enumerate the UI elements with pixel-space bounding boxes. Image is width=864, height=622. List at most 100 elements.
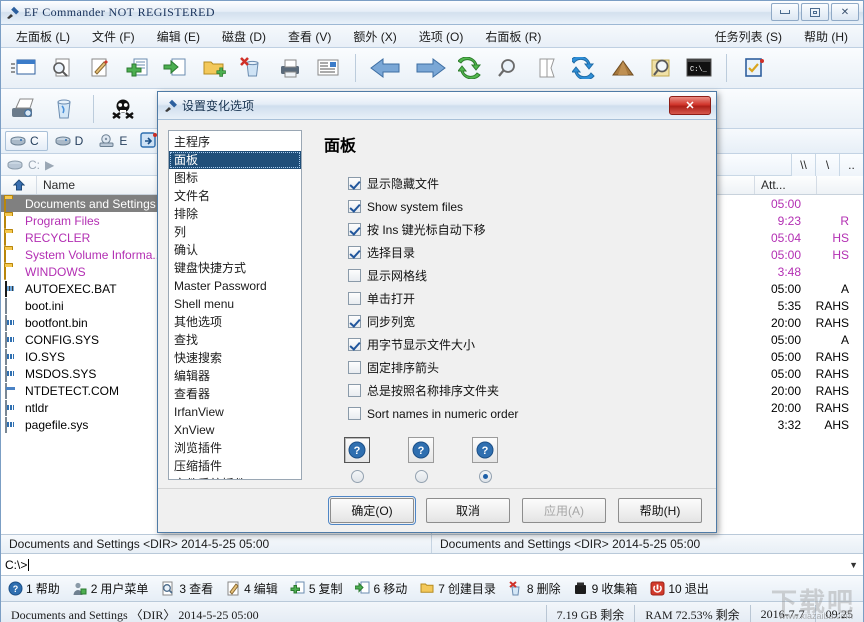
help-style-3-button[interactable]: ? <box>472 437 498 463</box>
window-list-icon[interactable] <box>7 52 41 84</box>
category-item[interactable]: 图标 <box>169 169 301 187</box>
fkey-help[interactable]: ? 1 帮助 <box>1 580 66 597</box>
menu-task-list[interactable]: 任务列表 (S) <box>704 25 793 48</box>
menu-left-panel[interactable]: 左面板 (L) <box>5 25 81 48</box>
category-item[interactable]: 查找 <box>169 331 301 349</box>
category-item[interactable]: 快速搜索 <box>169 349 301 367</box>
quick-search-icon[interactable] <box>644 52 678 84</box>
menu-edit[interactable]: 编辑 (E) <box>146 25 211 48</box>
menu-view[interactable]: 查看 (V) <box>277 25 342 48</box>
print-icon[interactable] <box>273 52 307 84</box>
menu-file[interactable]: 文件 (F) <box>81 25 146 48</box>
menu-right-panel[interactable]: 右面板 (R) <box>474 25 552 48</box>
menu-help[interactable]: 帮助 (H) <box>793 25 859 48</box>
scanner-icon[interactable] <box>7 93 41 125</box>
search-icon[interactable] <box>492 52 526 84</box>
checkbox-icon[interactable] <box>348 177 361 190</box>
category-item[interactable]: 编辑器 <box>169 367 301 385</box>
menu-extra[interactable]: 额外 (X) <box>342 25 407 48</box>
menu-disk[interactable]: 磁盘 (D) <box>211 25 277 48</box>
category-item[interactable]: 文件名 <box>169 187 301 205</box>
help-style-3-radio[interactable] <box>479 470 492 483</box>
category-item-selected[interactable]: 面板 <box>169 151 301 169</box>
back-icon[interactable] <box>366 52 406 84</box>
fkey-edit[interactable]: 4 编辑 <box>219 580 284 597</box>
ftp-icon[interactable] <box>606 52 640 84</box>
help-style-2[interactable]: ? <box>408 437 434 483</box>
checkbox-icon[interactable] <box>348 269 361 282</box>
option-single-click-open[interactable]: 单击打开 <box>322 287 706 310</box>
option-show-size-in-bytes[interactable]: 用字节显示文件大小 <box>322 333 706 356</box>
file-search-icon[interactable] <box>45 52 79 84</box>
checkbox-icon[interactable] <box>348 246 361 259</box>
category-list[interactable]: 主程序 面板 图标 文件名 排除 列 确认 键盘快捷方式 Master Pass… <box>168 130 302 480</box>
maximize-button[interactable] <box>801 3 829 21</box>
fkey-view[interactable]: 3 查看 <box>154 580 219 597</box>
option-sort-numeric-order[interactable]: Sort names in numeric order <box>322 402 706 425</box>
fkey-new-folder[interactable]: 7 创建目录 <box>413 580 502 597</box>
option-select-directories[interactable]: 选择目录 <box>322 241 706 264</box>
sync-icon[interactable] <box>568 52 602 84</box>
option-sync-column-width[interactable]: 同步列宽 <box>322 310 706 333</box>
help-button[interactable]: 帮助(H) <box>618 498 702 523</box>
help-style-2-button[interactable]: ? <box>408 437 434 463</box>
checkbox-icon[interactable] <box>348 200 361 213</box>
path-parent-button[interactable]: .. <box>839 154 863 176</box>
recycle-bin-icon[interactable] <box>47 93 81 125</box>
category-item[interactable]: 键盘快捷方式 <box>169 259 301 277</box>
up-dir-header[interactable] <box>1 176 37 194</box>
cancel-button[interactable]: 取消 <box>426 498 510 523</box>
path-root-button[interactable]: \ <box>815 154 839 176</box>
help-style-2-radio[interactable] <box>415 470 428 483</box>
mail-icon[interactable] <box>311 52 345 84</box>
fkey-user-menu[interactable]: 2 用户菜单 <box>66 580 155 597</box>
path-root-unc-button[interactable]: \\ <box>791 154 815 176</box>
checkbox-icon[interactable] <box>348 361 361 374</box>
checkbox-icon[interactable] <box>348 407 361 420</box>
drive-e[interactable]: E <box>94 131 136 151</box>
checkbox-icon[interactable] <box>348 315 361 328</box>
category-item[interactable]: 主程序 <box>169 133 301 151</box>
drive-d[interactable]: D <box>50 131 93 151</box>
option-show-hidden-files[interactable]: 显示隐藏文件 <box>322 172 706 195</box>
category-item[interactable]: XnView <box>169 421 301 439</box>
notes-icon[interactable] <box>737 52 771 84</box>
ok-button[interactable]: 确定(O) <box>330 498 414 523</box>
category-item[interactable]: 其他选项 <box>169 313 301 331</box>
category-item[interactable]: 压缩插件 <box>169 457 301 475</box>
minimize-button[interactable] <box>771 3 799 21</box>
refresh-icon[interactable] <box>454 52 488 84</box>
help-style-1-radio[interactable] <box>351 470 364 483</box>
close-button[interactable]: ✕ <box>831 3 859 21</box>
move-file-icon[interactable] <box>159 52 193 84</box>
fkey-copy[interactable]: 5 复制 <box>284 580 349 597</box>
drive-c[interactable]: C <box>5 131 48 151</box>
category-item[interactable]: 查看器 <box>169 385 301 403</box>
compare-icon[interactable] <box>530 52 564 84</box>
forward-icon[interactable] <box>410 52 450 84</box>
copy-file-icon[interactable] <box>121 52 155 84</box>
fkey-delete[interactable]: 8 删除 <box>502 580 567 597</box>
delete-icon[interactable] <box>235 52 269 84</box>
checkbox-icon[interactable] <box>348 384 361 397</box>
category-item[interactable]: Master Password <box>169 277 301 295</box>
checkbox-icon[interactable] <box>348 338 361 351</box>
help-style-3[interactable]: ? <box>472 437 498 483</box>
fkey-move[interactable]: 6 移动 <box>349 580 414 597</box>
option-show-grid-lines[interactable]: 显示网格线 <box>322 264 706 287</box>
category-item[interactable]: 浏览插件 <box>169 439 301 457</box>
checkbox-icon[interactable] <box>348 223 361 236</box>
category-item[interactable]: 列 <box>169 223 301 241</box>
att-column-header[interactable]: Att... <box>755 176 817 194</box>
menu-options[interactable]: 选项 (O) <box>408 25 475 48</box>
new-folder-icon[interactable] <box>197 52 231 84</box>
option-show-system-files[interactable]: Show system files <box>322 195 706 218</box>
checkbox-icon[interactable] <box>348 292 361 305</box>
fkey-collect[interactable]: 9 收集箱 <box>567 580 644 597</box>
command-history-dropdown-icon[interactable]: ▼ <box>849 560 858 570</box>
option-ins-key-move-down[interactable]: 按 Ins 键光标自动下移 <box>322 218 706 241</box>
help-style-1[interactable]: ? <box>344 437 370 483</box>
edit-file-icon[interactable] <box>83 52 117 84</box>
category-item[interactable]: 确认 <box>169 241 301 259</box>
fkey-exit[interactable]: 10 退出 <box>643 580 714 597</box>
